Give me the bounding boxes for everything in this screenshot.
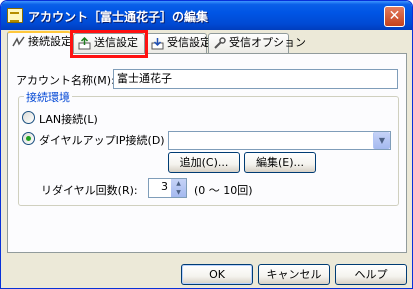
account-edit-dialog: アカウント［富士通花子］の編集 ✕ 接続設定 送信設定 受信設定 受信オプション… — [0, 0, 413, 289]
add-button[interactable]: 追加(C)... — [168, 152, 240, 173]
tab-label: 受信オプション — [229, 36, 306, 49]
dialup-select[interactable]: ▼ — [168, 131, 391, 150]
account-name-label: アカウント名称(M): — [16, 74, 115, 87]
dialup-label[interactable]: ダイヤルアップIP接続(D) — [39, 132, 165, 148]
tab-panel-connection: アカウント名称(M): 富士通花子 接続環境 LAN接続(L) ダイヤルアップI… — [7, 53, 407, 253]
receive-icon — [151, 38, 164, 50]
close-button[interactable]: ✕ — [384, 6, 405, 27]
redial-count-value: 3 — [161, 180, 168, 193]
redial-count-stepper[interactable]: 3 ▲ ▼ — [148, 178, 187, 198]
tab-connection[interactable]: 接続設定 — [7, 31, 72, 54]
edit-button[interactable]: 編集(E)... — [244, 152, 316, 173]
dialup-radio[interactable] — [22, 132, 35, 145]
app-icon — [7, 8, 23, 23]
options-icon — [214, 37, 226, 49]
tab-label: 接続設定 — [28, 35, 72, 48]
tab-label: 受信設定 — [167, 36, 211, 49]
connection-env-title: 接続環境 — [24, 89, 72, 105]
tab-receive-settings[interactable]: 受信設定 — [146, 33, 211, 53]
send-icon — [78, 37, 91, 50]
lan-label[interactable]: LAN接続(L) — [39, 111, 98, 127]
account-name-input[interactable]: 富士通花子 — [113, 69, 398, 89]
cancel-button[interactable]: キャンセル — [258, 264, 330, 285]
lan-radio[interactable] — [22, 111, 35, 124]
chevron-down-icon[interactable]: ▼ — [373, 132, 390, 149]
dialog-client: 接続設定 送信設定 受信設定 受信オプション アカウント名称(M): 富士通花子… — [1, 30, 412, 288]
close-icon: ✕ — [388, 8, 401, 24]
redial-range-hint: (0 ～ 10回) — [194, 184, 253, 197]
tab-receive-options[interactable]: 受信オプション — [208, 33, 306, 53]
title-bar[interactable]: アカウント［富士通花子］の編集 ✕ — [1, 1, 412, 30]
connection-icon — [12, 36, 25, 47]
redial-label: リダイヤル回数(R): — [41, 184, 138, 197]
tab-label: 送信設定 — [94, 36, 138, 49]
window-title: アカウント［富士通花子］の編集 — [28, 10, 209, 24]
spin-arrows-icon[interactable]: ▲ ▼ — [171, 179, 186, 197]
account-name-value: 富士通花子 — [117, 72, 172, 85]
help-button[interactable]: ヘルプ — [335, 264, 407, 285]
ok-button[interactable]: OK — [181, 264, 253, 285]
tab-send-settings[interactable]: 送信設定 — [73, 33, 145, 53]
